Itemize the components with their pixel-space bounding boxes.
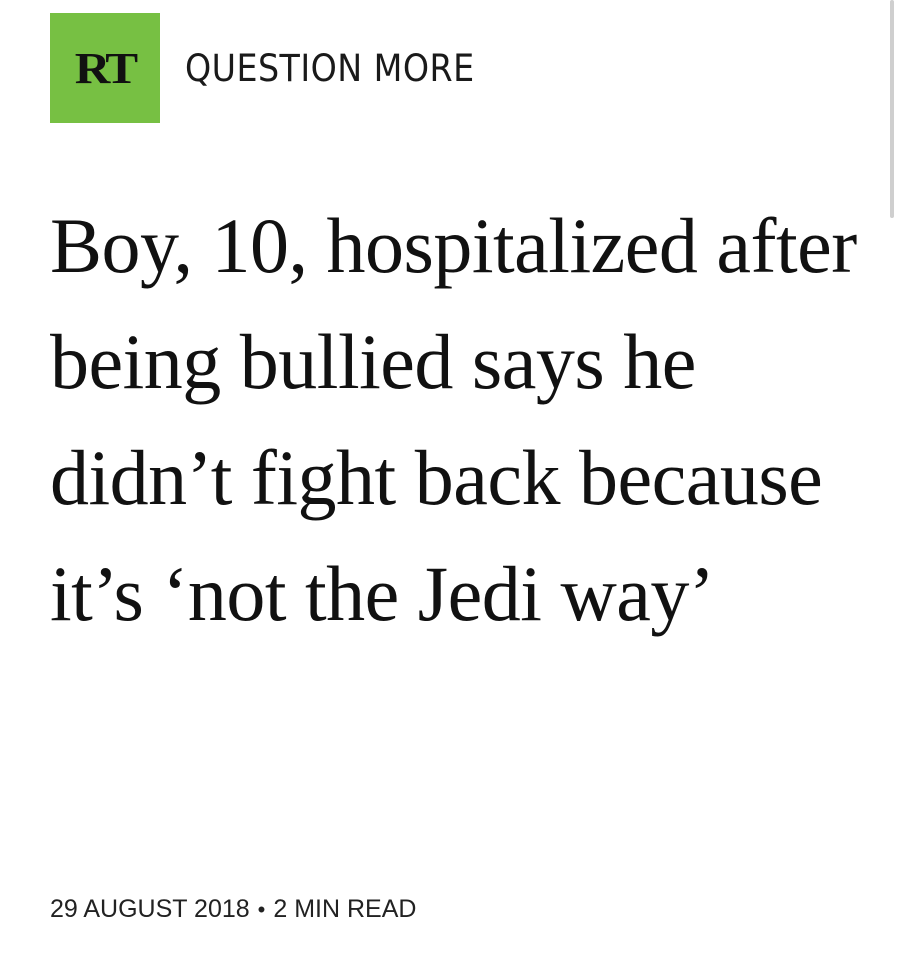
scrollbar[interactable]: [890, 0, 894, 218]
rt-logo[interactable]: RT: [50, 13, 160, 123]
article-headline: Boy, 10, hospitalized after being bullie…: [50, 202, 857, 637]
site-header: RT QUESTION MORE: [50, 13, 507, 123]
read-time: 2 MIN READ: [273, 895, 417, 923]
article-date: 29 AUGUST 2018: [50, 895, 250, 923]
rt-logo-text: RT: [74, 43, 138, 93]
article-meta: 29 AUGUST 2018 • 2 MIN READ: [50, 895, 416, 924]
meta-separator: •: [257, 896, 266, 922]
site-tagline: QUESTION MORE: [185, 46, 475, 90]
